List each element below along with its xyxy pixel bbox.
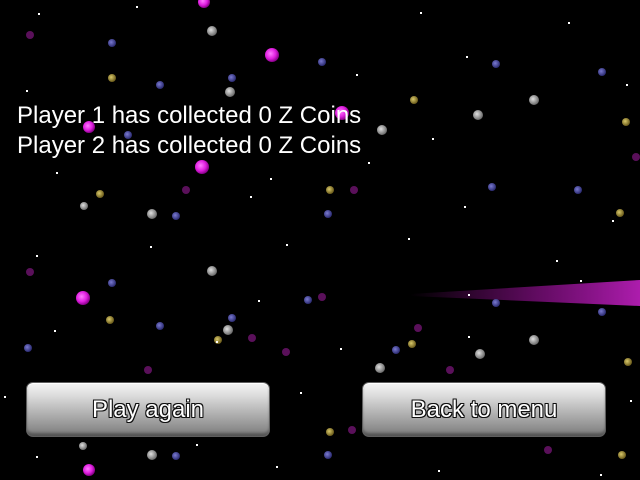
magenta-star xyxy=(76,291,90,305)
blue-star xyxy=(324,451,332,459)
grey-star xyxy=(207,266,217,276)
blue-star xyxy=(24,344,32,352)
magenta-star xyxy=(265,48,279,62)
yellow-star xyxy=(618,451,626,459)
dim-magenta-star xyxy=(282,348,290,356)
grey-star xyxy=(80,202,88,210)
dim-magenta-star xyxy=(182,186,190,194)
blue-star xyxy=(598,308,606,316)
game-screen: Player 1 has collected 0 Z Coins Player … xyxy=(0,0,640,480)
grey-star xyxy=(529,335,539,345)
magenta-star xyxy=(195,160,209,174)
grey-star xyxy=(475,349,485,359)
grey-star xyxy=(147,209,157,219)
blue-star xyxy=(108,279,116,287)
blue-star xyxy=(172,452,180,460)
yellow-star xyxy=(408,340,416,348)
yellow-star xyxy=(326,428,334,436)
blue-star xyxy=(488,183,496,191)
yellow-star xyxy=(410,96,418,104)
blue-star xyxy=(156,81,164,89)
blue-star xyxy=(156,322,164,330)
blue-star xyxy=(318,58,326,66)
comet-trail xyxy=(410,280,640,306)
dim-magenta-star xyxy=(350,186,358,194)
dim-magenta-star xyxy=(348,426,356,434)
yellow-star xyxy=(616,209,624,217)
grey-star xyxy=(147,450,157,460)
grey-star xyxy=(473,110,483,120)
grey-star xyxy=(225,87,235,97)
blue-star xyxy=(172,212,180,220)
yellow-star xyxy=(96,190,104,198)
dim-magenta-star xyxy=(632,153,640,161)
grey-star xyxy=(377,125,387,135)
blue-star xyxy=(574,186,582,194)
yellow-star xyxy=(622,118,630,126)
blue-star xyxy=(108,39,116,47)
dim-magenta-star xyxy=(414,324,422,332)
blue-star xyxy=(492,299,500,307)
dim-magenta-star xyxy=(26,31,34,39)
yellow-star xyxy=(326,186,334,194)
blue-star xyxy=(304,296,312,304)
magenta-star xyxy=(83,464,95,476)
blue-star xyxy=(492,60,500,68)
grey-star xyxy=(223,325,233,335)
grey-star xyxy=(79,442,87,450)
magenta-star xyxy=(198,0,210,8)
dim-magenta-star xyxy=(318,293,326,301)
yellow-star xyxy=(106,316,114,324)
dim-magenta-star xyxy=(248,334,256,342)
back-to-menu-label: Back to menu xyxy=(410,396,558,423)
grey-star xyxy=(529,95,539,105)
blue-star xyxy=(228,314,236,322)
back-to-menu-button[interactable]: Back to menu xyxy=(362,382,606,437)
blue-star xyxy=(598,68,606,76)
dim-magenta-star xyxy=(26,268,34,276)
player-2-score-text: Player 2 has collected 0 Z Coins xyxy=(17,132,362,159)
grey-star xyxy=(207,26,217,36)
dim-magenta-star xyxy=(446,366,454,374)
blue-star xyxy=(392,346,400,354)
play-again-label: Play again xyxy=(91,396,205,423)
player-1-score-text: Player 1 has collected 0 Z Coins xyxy=(17,102,362,129)
grey-star xyxy=(375,363,385,373)
yellow-star xyxy=(108,74,116,82)
dim-magenta-star xyxy=(144,366,152,374)
play-again-button[interactable]: Play again xyxy=(26,382,270,437)
yellow-star xyxy=(624,358,632,366)
blue-star xyxy=(324,210,332,218)
dim-magenta-star xyxy=(544,446,552,454)
blue-star xyxy=(228,74,236,82)
